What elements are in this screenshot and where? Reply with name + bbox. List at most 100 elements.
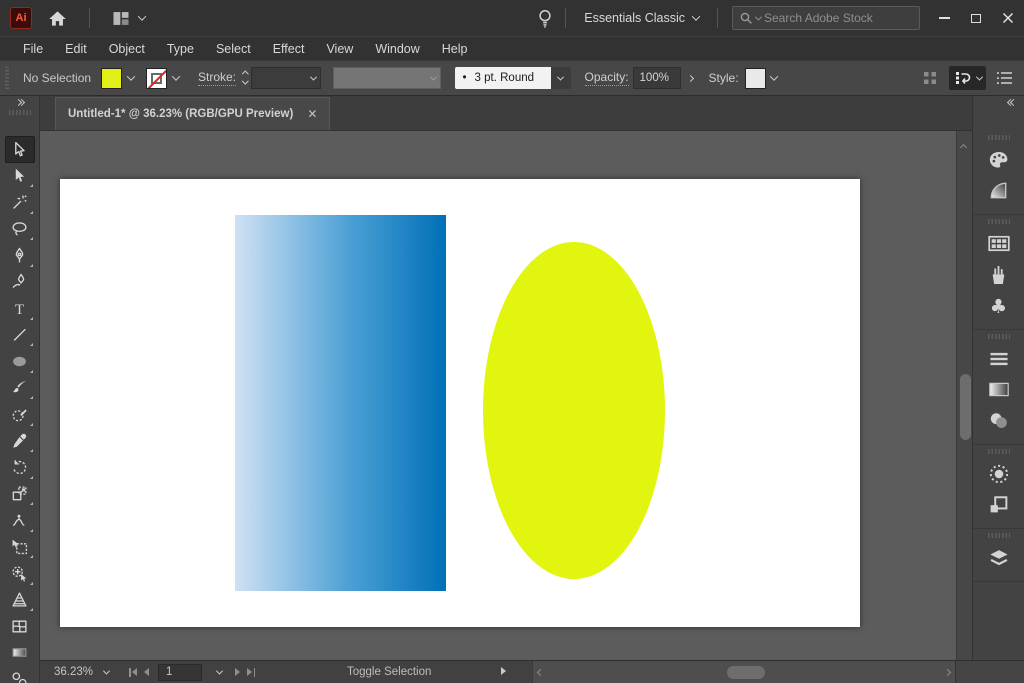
workspace-switcher[interactable]: Essentials Classic — [572, 11, 711, 25]
artboard-number-field[interactable]: 1 — [158, 664, 202, 681]
canvas-pasteboard[interactable] — [40, 131, 956, 660]
eyedropper-tool[interactable] — [5, 428, 35, 455]
width-tool[interactable] — [5, 507, 35, 534]
opacity-label[interactable]: Opacity: — [585, 70, 629, 86]
perspective-grid-tool[interactable] — [5, 587, 35, 614]
selection-tool[interactable] — [5, 136, 35, 163]
first-artboard-button[interactable] — [129, 668, 137, 677]
control-panel-menu-icon[interactable] — [996, 69, 1014, 87]
artboard[interactable] — [60, 179, 860, 627]
paintbrush-tool[interactable] — [5, 375, 35, 402]
status-expand-icon[interactable] — [501, 666, 506, 678]
panel-collapse-icon[interactable] — [1008, 100, 1016, 105]
horizontal-scrollbar-thumb[interactable] — [727, 666, 765, 679]
menu-item-edit[interactable]: Edit — [54, 39, 98, 59]
horizontal-scrollbar[interactable] — [532, 661, 955, 683]
home-button[interactable] — [42, 5, 73, 31]
vertical-scrollbar[interactable] — [956, 131, 972, 660]
maximize-button[interactable] — [960, 4, 992, 32]
panel-dock-toggle-button[interactable] — [949, 66, 986, 90]
zoom-level-select[interactable]: 36.23% — [40, 662, 115, 683]
fill-color-dropdown[interactable] — [122, 68, 139, 89]
ellipse-shape[interactable] — [483, 242, 665, 579]
gradient-rectangle-shape[interactable] — [235, 215, 446, 591]
flyout-indicator — [30, 264, 33, 267]
stroke-panel-button[interactable] — [979, 343, 1019, 374]
scroll-right-icon[interactable] — [945, 666, 950, 678]
panel-group-grip[interactable] — [988, 533, 1010, 538]
tab-close-icon[interactable]: ✕ — [307, 107, 317, 121]
stroke-weight-dropdown[interactable] — [251, 67, 321, 89]
symbols-panel-button[interactable]: ♣ — [979, 290, 1019, 321]
lasso-tool[interactable] — [5, 216, 35, 243]
scroll-up-icon[interactable] — [961, 137, 966, 155]
brush-dropdown-button[interactable] — [551, 67, 571, 89]
menu-item-type[interactable]: Type — [156, 39, 205, 59]
vertical-scrollbar-thumb[interactable] — [960, 374, 971, 440]
transparency-panel-button[interactable] — [979, 405, 1019, 436]
toolbar-grip[interactable] — [9, 110, 31, 115]
minimize-button[interactable] — [928, 4, 960, 32]
artboard-number-dropdown[interactable] — [211, 662, 228, 683]
gradient-tool[interactable] — [5, 640, 35, 667]
scale-tool[interactable] — [5, 481, 35, 508]
line-segment-tool[interactable] — [5, 322, 35, 349]
opacity-options-button[interactable] — [681, 67, 701, 89]
direct-selection-tool[interactable] — [5, 163, 35, 190]
graphic-style-dropdown[interactable] — [766, 68, 783, 89]
menu-item-file[interactable]: File — [12, 39, 54, 59]
stroke-weight-stepper[interactable] — [243, 72, 248, 84]
free-transform-tool[interactable] — [5, 534, 35, 561]
control-bar-grip[interactable] — [5, 67, 9, 89]
blend-tool[interactable] — [5, 666, 35, 683]
status-text[interactable]: Toggle Selection — [347, 666, 431, 678]
panel-group-grip[interactable] — [988, 449, 1010, 454]
gradient-panel-button[interactable] — [979, 374, 1019, 405]
panel-group-grip[interactable] — [988, 219, 1010, 224]
scroll-left-icon[interactable] — [538, 666, 543, 678]
last-artboard-button[interactable] — [247, 668, 255, 677]
menu-item-window[interactable]: Window — [364, 39, 430, 59]
stroke-color-swatch[interactable] — [146, 68, 167, 89]
document-setup-grid-icon[interactable] — [921, 69, 939, 87]
learn-button[interactable] — [531, 5, 559, 31]
swatches-panel-button[interactable] — [979, 228, 1019, 259]
menu-item-help[interactable]: Help — [431, 39, 479, 59]
adobe-stock-search[interactable] — [732, 6, 920, 30]
menu-item-object[interactable]: Object — [98, 39, 156, 59]
fill-color-swatch[interactable] — [101, 68, 122, 89]
close-button[interactable] — [992, 4, 1024, 32]
color-panel-button[interactable] — [979, 144, 1019, 175]
panel-group-grip[interactable] — [988, 334, 1010, 339]
previous-artboard-button[interactable] — [144, 668, 149, 676]
curvature-tool[interactable] — [5, 269, 35, 296]
graphic-style-swatch[interactable] — [745, 68, 766, 89]
graphic-styles-panel-button[interactable] — [979, 489, 1019, 520]
brushes-panel-button[interactable] — [979, 259, 1019, 290]
search-input[interactable] — [764, 11, 913, 25]
menu-item-effect[interactable]: Effect — [262, 39, 316, 59]
chevron-down-icon — [692, 12, 700, 20]
menu-item-select[interactable]: Select — [205, 39, 262, 59]
type-tool[interactable]: T — [5, 295, 35, 322]
brush-definition-dropdown[interactable]: • 3 pt. Round — [455, 67, 571, 89]
toolbar-expand-icon[interactable] — [16, 100, 24, 105]
document-tab[interactable]: Untitled-1* @ 36.23% (RGB/GPU Preview) ✕ — [55, 97, 330, 130]
rotate-tool[interactable] — [5, 454, 35, 481]
panel-group-grip[interactable] — [988, 135, 1010, 140]
pen-tool[interactable] — [5, 242, 35, 269]
magic-wand-tool[interactable] — [5, 189, 35, 216]
ellipse-tool[interactable] — [5, 348, 35, 375]
appearance-panel-button[interactable] — [979, 458, 1019, 489]
opacity-value-field[interactable]: 100% — [633, 67, 681, 89]
shape-builder-tool[interactable] — [5, 560, 35, 587]
color-guide-panel-button[interactable] — [979, 175, 1019, 206]
next-artboard-button[interactable] — [235, 668, 240, 676]
stroke-color-dropdown[interactable] — [167, 68, 184, 89]
layers-panel-button[interactable] — [979, 542, 1019, 573]
menu-item-view[interactable]: View — [315, 39, 364, 59]
shaper-tool[interactable] — [5, 401, 35, 428]
stroke-label[interactable]: Stroke: — [198, 70, 236, 86]
mesh-tool[interactable] — [5, 613, 35, 640]
arrange-documents-button[interactable] — [106, 5, 151, 31]
